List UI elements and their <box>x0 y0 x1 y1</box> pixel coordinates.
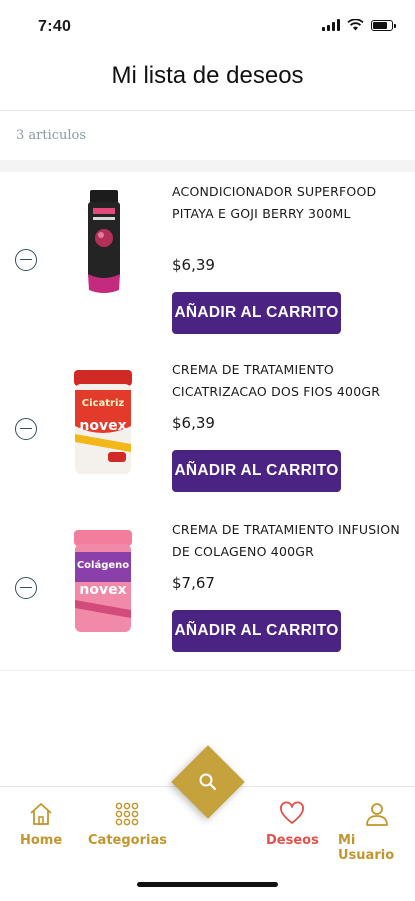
nav-wishlist[interactable]: Deseos <box>266 801 319 848</box>
nav-home[interactable]: Home <box>20 801 62 848</box>
grid-icon <box>116 802 139 826</box>
svg-text:novex: novex <box>79 582 126 598</box>
add-to-cart-button[interactable]: AÑADIR AL CARRITO <box>172 610 341 652</box>
status-time: 7:40 <box>38 18 72 35</box>
product-price: $7,67 <box>172 574 215 592</box>
product-image: Cicatriz novex <box>74 370 132 474</box>
product-price: $6,39 <box>172 256 215 274</box>
product-name[interactable]: CREMA DE TRATAMIENTO INFUSION DE COLAGEN… <box>172 519 404 563</box>
nav-categories[interactable]: Categorias <box>88 801 167 848</box>
heart-icon <box>280 801 305 824</box>
product-name[interactable]: CREMA DE TRATAMIENTO CICATRIZACAO DOS FI… <box>172 359 404 403</box>
add-to-cart-button[interactable]: AÑADIR AL CARRITO <box>172 292 341 334</box>
header-divider <box>0 110 415 111</box>
home-icon <box>30 803 52 825</box>
wishlist-item: Colágeno novex CREMA DE TRATAMIENTO INFU… <box>0 510 415 671</box>
nav-user[interactable]: Mi Usuario <box>338 801 415 863</box>
wifi-icon <box>347 19 364 31</box>
svg-text:Colágeno: Colágeno <box>77 559 129 571</box>
nav-wishlist-label: Deseos <box>266 833 319 848</box>
remove-item-button[interactable] <box>15 577 37 599</box>
page-title: Mi lista de deseos <box>111 62 304 89</box>
list-separator <box>0 160 415 172</box>
product-name[interactable]: ACONDICIONADOR SUPERFOOD PITAYA E GOJI B… <box>172 181 404 225</box>
svg-text:novex: novex <box>79 418 126 434</box>
item-count: 3 articulos <box>16 128 87 143</box>
remove-item-button[interactable] <box>15 418 37 440</box>
status-bar: 7:40 <box>0 0 415 52</box>
user-icon <box>365 803 388 826</box>
product-image: Colágeno novex <box>74 530 132 632</box>
search-icon <box>199 773 217 791</box>
home-indicator <box>137 882 278 887</box>
signal-icon <box>322 19 340 31</box>
nav-categories-label: Categorias <box>88 833 167 848</box>
product-price: $6,39 <box>172 414 215 432</box>
nav-user-label: Mi Usuario <box>338 833 395 863</box>
remove-item-button[interactable] <box>15 249 37 271</box>
wishlist-item: Cicatriz novex CREMA DE TRATAMIENTO CICA… <box>0 350 415 511</box>
product-image <box>88 190 120 293</box>
battery-icon <box>371 19 396 31</box>
nav-home-label: Home <box>20 833 63 848</box>
wishlist-item: ACONDICIONADOR SUPERFOOD PITAYA E GOJI B… <box>0 172 415 351</box>
add-to-cart-button[interactable]: AÑADIR AL CARRITO <box>172 450 341 492</box>
svg-text:Cicatriz: Cicatriz <box>82 398 125 409</box>
status-icons <box>322 19 396 31</box>
